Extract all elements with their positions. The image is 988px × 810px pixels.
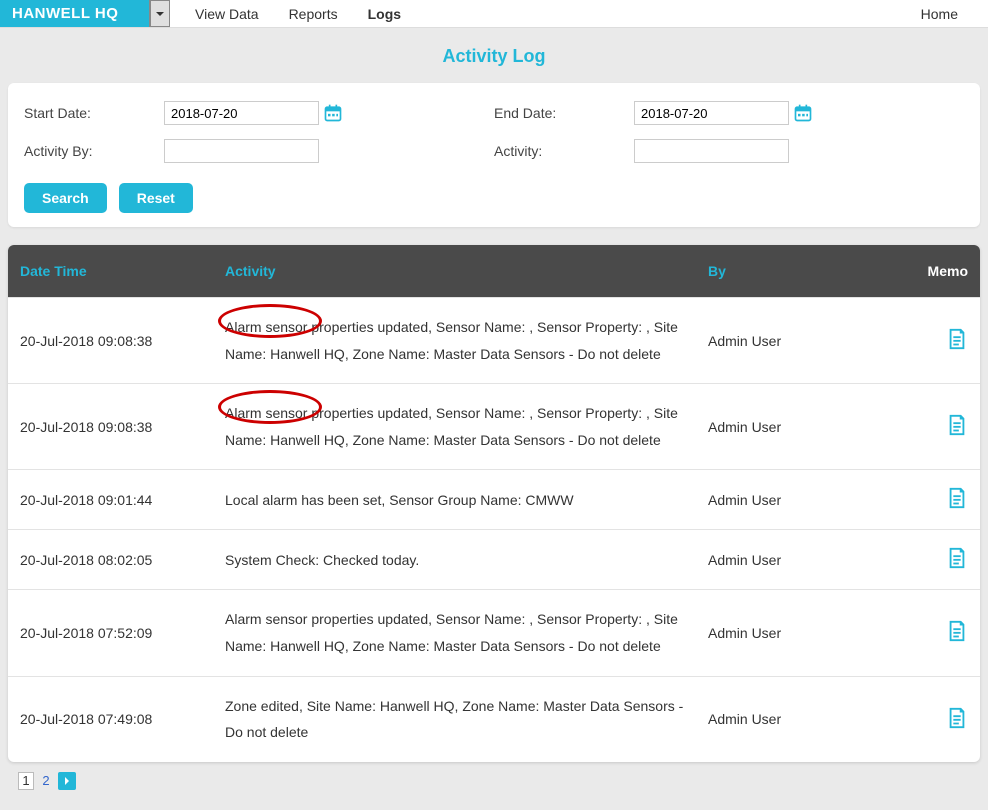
memo-icon[interactable] [946,546,968,570]
memo-icon[interactable] [946,413,968,437]
table-row: 20-Jul-2018 08:02:05System Check: Checke… [8,529,980,589]
memo-icon[interactable] [946,619,968,643]
cell-activity: Zone edited, Site Name: Hanwell HQ, Zone… [225,693,708,746]
cell-activity: Local alarm has been set, Sensor Group N… [225,487,708,514]
memo-icon[interactable] [946,706,968,730]
col-header-activity: Activity [225,263,708,279]
cell-memo [908,327,968,354]
cell-by: Admin User [708,625,908,641]
start-date-label: Start Date: [24,105,164,121]
search-button[interactable]: Search [24,183,107,213]
memo-icon[interactable] [946,327,968,351]
site-dropdown-arrow[interactable] [150,0,170,27]
page-1[interactable]: 1 [18,772,34,790]
cell-memo [908,706,968,733]
annotation-circle [218,304,322,338]
top-bar: HANWELL HQ View Data Reports Logs Home [0,0,988,28]
cell-memo [908,619,968,646]
table-row: 20-Jul-2018 07:49:08Zone edited, Site Na… [8,676,980,762]
end-date-input[interactable] [634,101,789,125]
cell-by: Admin User [708,552,908,568]
nav-home[interactable]: Home [921,0,958,27]
filter-panel: Start Date: End Date: [8,83,980,227]
cell-datetime: 20-Jul-2018 09:08:38 [20,419,225,435]
cell-memo [908,486,968,513]
cell-by: Admin User [708,492,908,508]
table-header: Date Time Activity By Memo [8,245,980,297]
col-header-datetime: Date Time [20,263,225,279]
activity-by-label: Activity By: [24,143,164,159]
col-header-by: By [708,263,908,279]
site-name: HANWELL HQ [12,5,118,22]
cell-by: Admin User [708,333,908,349]
nav-logs[interactable]: Logs [368,6,401,22]
cell-activity: Alarm sensor properties updated, Sensor … [225,314,708,367]
activity-table: Date Time Activity By Memo 20-Jul-2018 0… [8,245,980,762]
start-date-input[interactable] [164,101,319,125]
cell-activity: Alarm sensor properties updated, Sensor … [225,606,708,659]
cell-datetime: 20-Jul-2018 08:02:05 [20,552,225,568]
site-selector[interactable]: HANWELL HQ [0,0,150,27]
pager: 1 2 [8,762,980,790]
page-next[interactable] [58,772,76,790]
nav-view-data[interactable]: View Data [195,6,259,22]
cell-memo [908,546,968,573]
cell-datetime: 20-Jul-2018 09:08:38 [20,333,225,349]
chevron-right-icon [62,776,72,786]
cell-by: Admin User [708,419,908,435]
memo-icon[interactable] [946,486,968,510]
end-date-label: End Date: [494,105,634,121]
col-header-memo: Memo [908,263,968,279]
start-date-calendar-icon[interactable] [323,103,343,123]
activity-by-input[interactable] [164,139,319,163]
nav-reports[interactable]: Reports [289,6,338,22]
cell-activity: System Check: Checked today. [225,547,708,574]
cell-memo [908,413,968,440]
page-title: Activity Log [8,28,980,83]
table-row: 20-Jul-2018 09:08:38Alarm sensor propert… [8,297,980,383]
activity-label: Activity: [494,143,634,159]
nav-tabs: View Data Reports Logs [195,0,401,27]
cell-datetime: 20-Jul-2018 09:01:44 [20,492,225,508]
annotation-circle [218,390,322,424]
table-row: 20-Jul-2018 07:52:09Alarm sensor propert… [8,589,980,675]
end-date-calendar-icon[interactable] [793,103,813,123]
cell-activity: Alarm sensor properties updated, Sensor … [225,400,708,453]
activity-input[interactable] [634,139,789,163]
reset-button[interactable]: Reset [119,183,193,213]
page-2[interactable]: 2 [38,772,54,790]
cell-by: Admin User [708,711,908,727]
table-row: 20-Jul-2018 09:08:38Alarm sensor propert… [8,383,980,469]
chevron-down-icon [155,9,165,19]
cell-datetime: 20-Jul-2018 07:52:09 [20,625,225,641]
cell-datetime: 20-Jul-2018 07:49:08 [20,711,225,727]
table-row: 20-Jul-2018 09:01:44Local alarm has been… [8,469,980,529]
